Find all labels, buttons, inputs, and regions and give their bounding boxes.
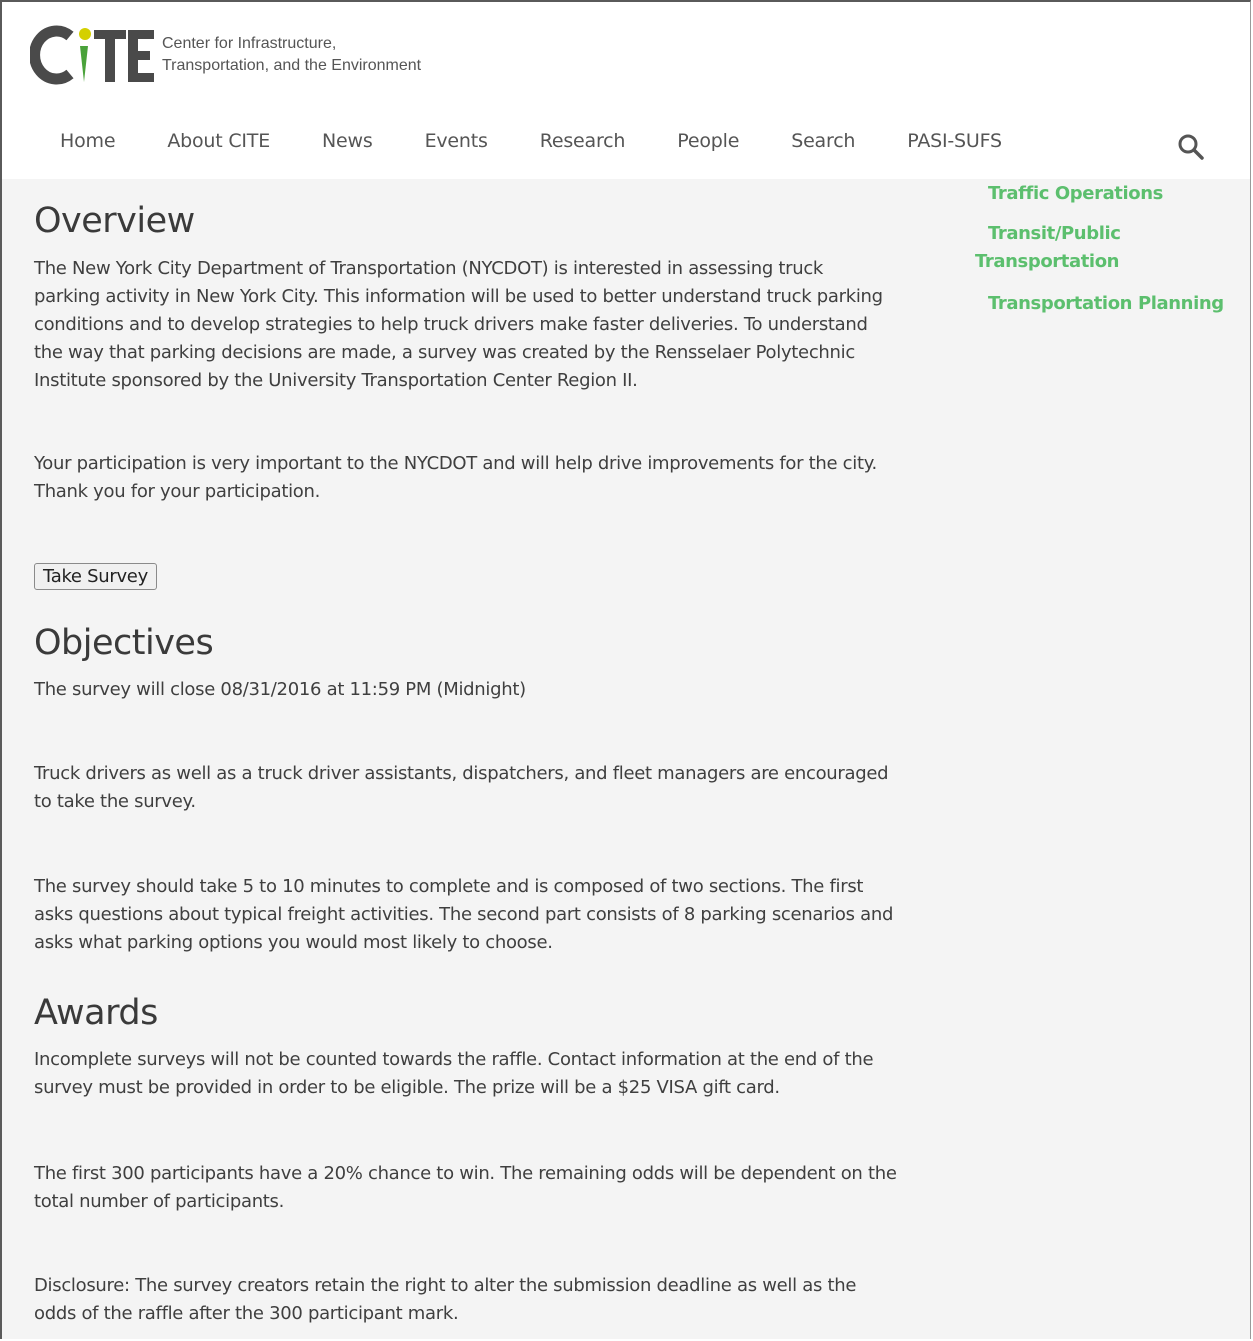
nav-item-events[interactable]: Events bbox=[425, 130, 488, 152]
text-line: Truck drivers as well as a truck driver … bbox=[34, 763, 889, 784]
nav-item-search[interactable]: Search bbox=[791, 130, 855, 152]
awards-paragraph-3: Disclosure: The survey creators retain t… bbox=[34, 1272, 856, 1328]
sidebar-link-transit-public-transportation[interactable]: Transportation bbox=[975, 248, 1119, 276]
nav-item-home[interactable]: Home bbox=[60, 130, 116, 152]
text-line: total number of participants. bbox=[34, 1191, 285, 1212]
page-content: Overview The New York City Department of… bbox=[2, 179, 1250, 1339]
text-line: the way that parking decisions are made,… bbox=[34, 342, 855, 363]
text-line: Disclosure: The survey creators retain t… bbox=[34, 1275, 857, 1296]
awards-paragraph-1: Incomplete surveys will not be counted t… bbox=[34, 1046, 874, 1102]
awards-paragraph-2: The first 300 participants have a 20% ch… bbox=[34, 1160, 897, 1216]
text-line: asks what parking options you would most… bbox=[34, 932, 553, 953]
overview-heading: Overview bbox=[34, 201, 195, 241]
text-line: conditions and to develop strategies to … bbox=[34, 314, 868, 335]
text-line: The survey should take 5 to 10 minutes t… bbox=[34, 876, 864, 897]
sidebar-link-traffic-operations[interactable]: Traffic Operations bbox=[988, 180, 1163, 208]
sidebar-link-transit-public[interactable]: Transit/Public bbox=[988, 220, 1121, 248]
text-line: The survey will close 08/31/2016 at 11:5… bbox=[34, 679, 526, 700]
overview-paragraph-2: Your participation is very important to … bbox=[34, 450, 877, 506]
logo-tagline: Center for Infrastructure, Transportatio… bbox=[162, 33, 421, 77]
text-line: Institute sponsored by the University Tr… bbox=[34, 370, 638, 391]
text-line: The New York City Department of Transpor… bbox=[34, 258, 824, 279]
text-line: Your participation is very important to … bbox=[34, 453, 877, 474]
search-icon bbox=[1178, 134, 1204, 160]
text-line: to take the survey. bbox=[34, 791, 196, 812]
tagline-line-2: Transportation, and the Environment bbox=[162, 57, 422, 74]
nav-item-research[interactable]: Research bbox=[540, 130, 626, 152]
cite-logo-mark bbox=[30, 25, 154, 85]
text-line: Incomplete surveys will not be counted t… bbox=[34, 1049, 874, 1070]
browser-frame: Center for Infrastructure, Transportatio… bbox=[0, 0, 1251, 1339]
nav-item-pasi-sufs[interactable]: PASI-SUFS bbox=[907, 130, 1002, 152]
awards-heading: Awards bbox=[34, 993, 158, 1033]
search-button[interactable] bbox=[1177, 133, 1205, 165]
objectives-heading: Objectives bbox=[34, 623, 214, 663]
site-header: Center for Infrastructure, Transportatio… bbox=[2, 2, 1250, 179]
nav-item-news[interactable]: News bbox=[322, 130, 373, 152]
overview-paragraph-1: The New York City Department of Transpor… bbox=[34, 255, 883, 395]
objectives-paragraph-2: Truck drivers as well as a truck driver … bbox=[34, 760, 889, 816]
main-nav: Home About CITE News Events Research Peo… bbox=[60, 130, 1054, 152]
cite-logo[interactable]: Center for Infrastructure, Transportatio… bbox=[30, 20, 421, 90]
objectives-paragraph-1: The survey will close 08/31/2016 at 11:5… bbox=[34, 676, 526, 704]
take-survey-button[interactable]: Take Survey bbox=[34, 563, 157, 590]
text-line: asks questions about typical freight act… bbox=[34, 904, 894, 925]
text-line: survey must be provided in order to be e… bbox=[34, 1077, 780, 1098]
text-line: odds of the raffle after the 300 partici… bbox=[34, 1303, 459, 1324]
nav-item-people[interactable]: People bbox=[677, 130, 739, 152]
text-line: parking activity in New York City. This … bbox=[34, 286, 883, 307]
sidebar-link-transportation-planning[interactable]: Transportation Planning bbox=[988, 290, 1224, 318]
text-line: Thank you for your participation. bbox=[34, 481, 321, 502]
objectives-paragraph-3: The survey should take 5 to 10 minutes t… bbox=[34, 873, 893, 957]
nav-item-about-cite[interactable]: About CITE bbox=[167, 130, 270, 152]
text-line: The first 300 participants have a 20% ch… bbox=[34, 1163, 897, 1184]
tagline-line-1: Center for Infrastructure, bbox=[162, 35, 337, 52]
